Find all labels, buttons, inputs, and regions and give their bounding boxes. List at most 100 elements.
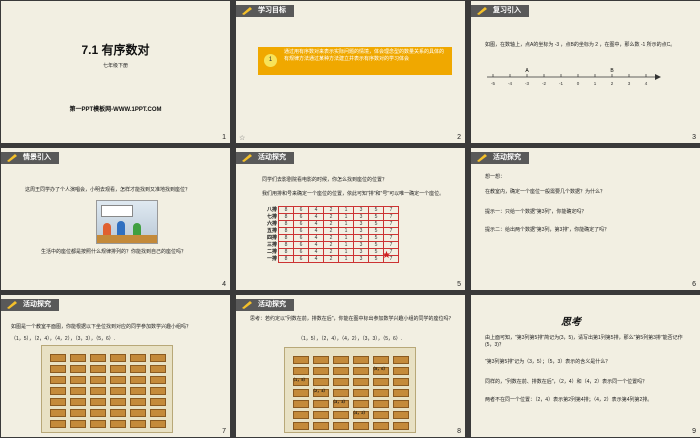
think-line-2: "第3列第5排"记为（3，5）；（5，3）表示的含义是什么？: [485, 359, 611, 365]
desk: [293, 411, 309, 419]
slide-header: 学习目标: [236, 5, 294, 17]
seat-cell: 3: [353, 220, 369, 228]
pencil-icon: [7, 154, 17, 162]
point-b-label: B: [610, 68, 614, 74]
classroom-plan: [41, 345, 173, 433]
seat-cell: 2: [323, 255, 339, 263]
question-text: 这周王同学办了个人演唱会，小明去观看，怎样才能找到又准地找到座位？: [25, 187, 191, 193]
seat-cell: 3: [353, 255, 369, 263]
seat-cell: 1: [338, 227, 354, 235]
slide-3[interactable]: 复习引入 如图，在数轴上，点A的坐标为 -3 ，点B的坐标为 2 ，在图中，那么…: [471, 1, 700, 143]
seat-row: 八排 8 6 4 2 1 3 5 7: [266, 206, 399, 214]
desk: [333, 411, 349, 419]
classroom-photo: [96, 200, 158, 244]
seat-cell: 8: [278, 255, 294, 263]
axis-tick-label: 1: [594, 81, 597, 86]
seat-cell: 8: [278, 206, 294, 214]
desk: [353, 367, 369, 375]
desk: [313, 378, 329, 386]
seat-cell: 6: [293, 220, 309, 228]
desk: [90, 354, 106, 362]
question-text-2: 我们用排和号来确定一个座位的位置，依此可知"排"和"号"可以唯一确定一个座位。: [262, 191, 445, 197]
desk: [333, 378, 349, 386]
desk: [50, 376, 66, 384]
seat-cell: 8: [278, 213, 294, 221]
seat-cell: 1: [338, 241, 354, 249]
axis-tick-label: -4: [508, 81, 512, 86]
desk: [150, 420, 166, 428]
seat-cell: 5: [368, 227, 384, 235]
desk: [373, 400, 389, 408]
seat-mark: （1，5）: [291, 377, 308, 382]
desk: [130, 387, 146, 395]
desk: [393, 367, 409, 375]
desk: [373, 411, 389, 419]
desk: [130, 409, 146, 417]
desk: [313, 356, 329, 364]
pencil-icon: [477, 154, 487, 162]
seat-cell: 4: [308, 213, 324, 221]
seat-cell: 4: [308, 248, 324, 256]
slide-number: 2: [457, 134, 461, 141]
seat-cell: 7: [383, 227, 399, 235]
desk: [373, 378, 389, 386]
seat-cell: 3: [353, 227, 369, 235]
slide-4[interactable]: 情景引入 这周王同学办了个人演唱会，小明去观看，怎样才能找到又准地找到座位？ 生…: [1, 148, 230, 290]
seat-cell: 3: [353, 213, 369, 221]
desk: [150, 354, 166, 362]
seat-cell: 3: [353, 234, 369, 242]
slide-5[interactable]: 活动探究 同学们去影剧院看电影的时候，你怎么找到座位的位置？ 我们用排和号来确定…: [236, 148, 465, 290]
desk: [70, 365, 86, 373]
goal-index: 1: [264, 54, 277, 67]
desk: [130, 398, 146, 406]
desk: [373, 422, 389, 430]
desk: [150, 398, 166, 406]
desk: [353, 389, 369, 397]
number-line: -5 -4 -3 -2 -1 0 1 2 3 4 A B: [487, 68, 661, 86]
slide-footer: 第一PPT模板网-WWW.1PPT.COM: [69, 107, 162, 113]
seat-cell: 4: [308, 227, 324, 235]
slide-number: 1: [222, 134, 226, 141]
seat-grid: 八排 8 6 4 2 1 3 5 7 七排 8 6 4 2 1 3 5 7 六排 8 6 4 2 1 3 5 7 五排 8 6 4 2 1 3 5 7…: [266, 206, 399, 263]
slide-8[interactable]: 活动探究 思考：若约定以"列数在前，排数在后"，你能在图中标出参加数学兴趣小组的…: [236, 295, 465, 437]
desk: [90, 420, 106, 428]
slide-header: 活动探究: [236, 152, 294, 164]
slide-7[interactable]: 活动探究 如图是一个教室平面图，你能根据以下坐位找到对应的同学参加数学兴趣小组吗…: [1, 295, 230, 437]
slide-title: 7.1 有序数对: [81, 43, 150, 57]
seat-cell: 6: [293, 213, 309, 221]
desk: [313, 411, 329, 419]
desk: [150, 409, 166, 417]
slide-number: 9: [692, 428, 696, 435]
slide-1[interactable]: 7.1 有序数对 七年级下册 第一PPT模板网-WWW.1PPT.COM 1: [1, 1, 230, 143]
desk: [353, 400, 369, 408]
desk: [50, 365, 66, 373]
seat-row: 二排 8 6 4 2 1 3 5 7: [266, 248, 399, 256]
slide-9[interactable]: 思考 由上面可知，"第3列第5排"简记为(3，5)，请写出第1列第5排，那么"第…: [471, 295, 700, 437]
think-line-1: 由上面可知，"第3列第5排"简记为(3，5)，请写出第1列第5排，那么"第5列第…: [485, 335, 683, 348]
slide-header: 活动探究: [1, 299, 59, 311]
goal-text: 通过用有序数对来表示实际问题的情境，体会理念型的数量关系的具体的有规律方法通过某…: [284, 49, 445, 62]
pair-list: （1，5），（2，4），（4，2），（3，3），（5，6）.: [298, 336, 403, 342]
seat-mark: （3，3）: [331, 399, 348, 404]
axis-tick-label: 0: [577, 81, 580, 86]
desk: [353, 378, 369, 386]
desk: [130, 354, 146, 362]
seat-cell: 6: [293, 234, 309, 242]
desk: [333, 356, 349, 364]
desk: [90, 398, 106, 406]
slide-2[interactable]: 学习目标 1 通过用有序数对来表示实际问题的情境，体会理念型的数量关系的具体的有…: [236, 1, 465, 143]
desk: [293, 422, 309, 430]
seat-cell: 2: [323, 227, 339, 235]
desk: [393, 389, 409, 397]
desk: [130, 420, 146, 428]
seat-cell: 6: [293, 241, 309, 249]
desk: [333, 422, 349, 430]
slide-6[interactable]: 活动探究 想一想： 在教室内，确定一个座位一般需要几个数据？为什么？ 提示一：只…: [471, 148, 700, 290]
desk: [110, 398, 126, 406]
axis-tick-label: -2: [542, 81, 546, 86]
desk: [110, 365, 126, 373]
desk: [333, 389, 349, 397]
think-title: 思考: [561, 317, 581, 328]
classroom-plan: （1，5） （2，4） （4，2） （3，3） （5，6）: [284, 347, 416, 433]
seat-mark: （2，4）: [311, 388, 328, 393]
